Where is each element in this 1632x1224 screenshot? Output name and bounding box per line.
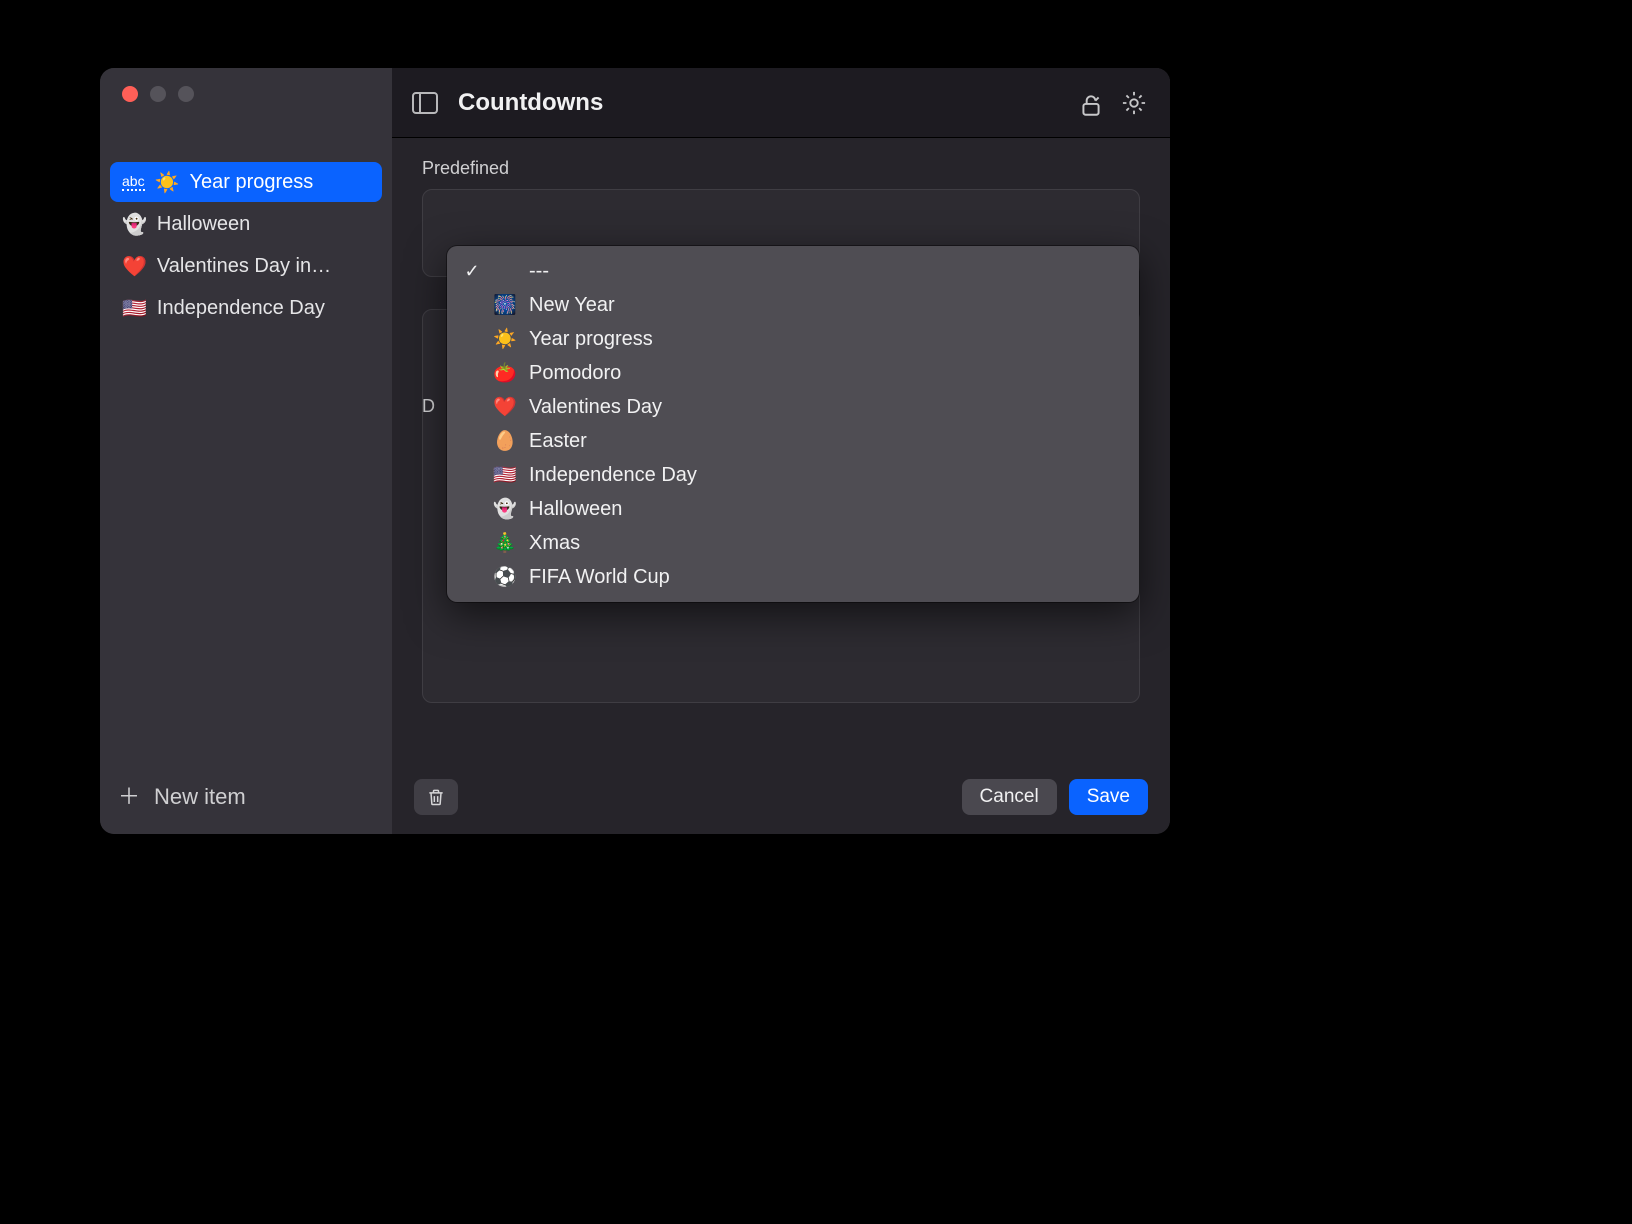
ghost-icon: 👻 <box>122 212 147 237</box>
save-button[interactable]: Save <box>1069 779 1148 815</box>
dropdown-item-label: Year progress <box>529 328 653 351</box>
window-traffic-lights <box>100 86 392 102</box>
details-label: D <box>422 396 435 417</box>
zoom-window-button[interactable] <box>178 86 194 102</box>
close-window-button[interactable] <box>122 86 138 102</box>
sidebar-toggle-icon[interactable] <box>412 92 438 114</box>
sidebar-item-label: Halloween <box>157 213 250 236</box>
sidebar-item-valentines[interactable]: ❤️ Valentines Day in… <box>110 246 382 286</box>
sun-icon: ☀️ <box>493 327 517 351</box>
sidebar-item-label: Year progress <box>189 171 313 194</box>
dropdown-item-halloween[interactable]: 👻 Halloween <box>453 492 1133 526</box>
minimize-window-button[interactable] <box>150 86 166 102</box>
dropdown-item-new-year[interactable]: 🎆 New Year <box>453 288 1133 322</box>
dropdown-item-label: Xmas <box>529 532 580 555</box>
sidebar-item-label: Valentines Day in… <box>157 255 331 278</box>
dropdown-item-valentines[interactable]: ❤️ Valentines Day <box>453 390 1133 424</box>
us-flag-icon: 🇺🇸 <box>122 296 147 321</box>
save-button-label: Save <box>1087 786 1130 808</box>
tomato-icon: 🍅 <box>493 361 517 385</box>
dropdown-item-easter[interactable]: 🥚 Easter <box>453 424 1133 458</box>
sidebar-item-year-progress[interactable]: abc ☀️ Year progress <box>110 162 382 202</box>
egg-icon: 🥚 <box>493 429 517 453</box>
sidebar-item-label: Independence Day <box>157 297 325 320</box>
dropdown-item-label: New Year <box>529 294 615 317</box>
cancel-button[interactable]: Cancel <box>962 779 1057 815</box>
dropdown-item-label: Easter <box>529 430 587 453</box>
sidebar-item-halloween[interactable]: 👻 Halloween <box>110 204 382 244</box>
fireworks-icon: 🎆 <box>493 293 517 317</box>
sidebar-list: abc ☀️ Year progress 👻 Halloween ❤️ Vale… <box>100 162 392 328</box>
titlebar: Countdowns <box>392 68 1170 138</box>
plus-icon: ＋ <box>118 786 140 808</box>
sun-icon: ☀️ <box>155 170 180 195</box>
sidebar: abc ☀️ Year progress 👻 Halloween ❤️ Vale… <box>100 68 392 834</box>
dropdown-item-label: FIFA World Cup <box>529 566 670 589</box>
new-item-label: New item <box>154 784 246 810</box>
gear-icon[interactable] <box>1120 89 1148 117</box>
heart-icon: ❤️ <box>122 254 147 279</box>
rename-badge: abc <box>122 174 145 191</box>
dropdown-item-xmas[interactable]: 🎄 Xmas <box>453 526 1133 560</box>
predefined-label: Predefined <box>422 158 1140 179</box>
cancel-button-label: Cancel <box>980 786 1039 808</box>
delete-button[interactable] <box>414 779 458 815</box>
unlock-icon[interactable] <box>1078 92 1100 114</box>
heart-icon: ❤️ <box>493 395 517 419</box>
dropdown-item-pomodoro[interactable]: 🍅 Pomodoro <box>453 356 1133 390</box>
soccer-ball-icon: ⚽ <box>493 565 517 589</box>
page-title: Countdowns <box>458 89 603 117</box>
dropdown-item-none[interactable]: ✓ --- <box>453 254 1133 288</box>
sidebar-item-independence-day[interactable]: 🇺🇸 Independence Day <box>110 288 382 328</box>
xmas-tree-icon: 🎄 <box>493 531 517 555</box>
preferences-window: abc ☀️ Year progress 👻 Halloween ❤️ Vale… <box>100 68 1170 834</box>
dropdown-item-label: Pomodoro <box>529 362 621 385</box>
predefined-dropdown-menu[interactable]: ✓ --- 🎆 New Year ☀️ Year progress 🍅 Pomo… <box>447 246 1139 602</box>
checkmark-icon: ✓ <box>463 261 481 282</box>
dropdown-item-label: Halloween <box>529 498 622 521</box>
dropdown-item-independence-day[interactable]: 🇺🇸 Independence Day <box>453 458 1133 492</box>
dropdown-item-label: --- <box>529 260 549 283</box>
dropdown-item-year-progress[interactable]: ☀️ Year progress <box>453 322 1133 356</box>
dropdown-item-label: Independence Day <box>529 464 697 487</box>
ghost-icon: 👻 <box>493 497 517 521</box>
footer: Cancel Save <box>392 772 1170 834</box>
dropdown-item-label: Valentines Day <box>529 396 662 419</box>
new-item-button[interactable]: ＋ New item <box>100 784 392 834</box>
dropdown-item-fifa-world-cup[interactable]: ⚽ FIFA World Cup <box>453 560 1133 594</box>
us-flag-icon: 🇺🇸 <box>493 463 517 487</box>
